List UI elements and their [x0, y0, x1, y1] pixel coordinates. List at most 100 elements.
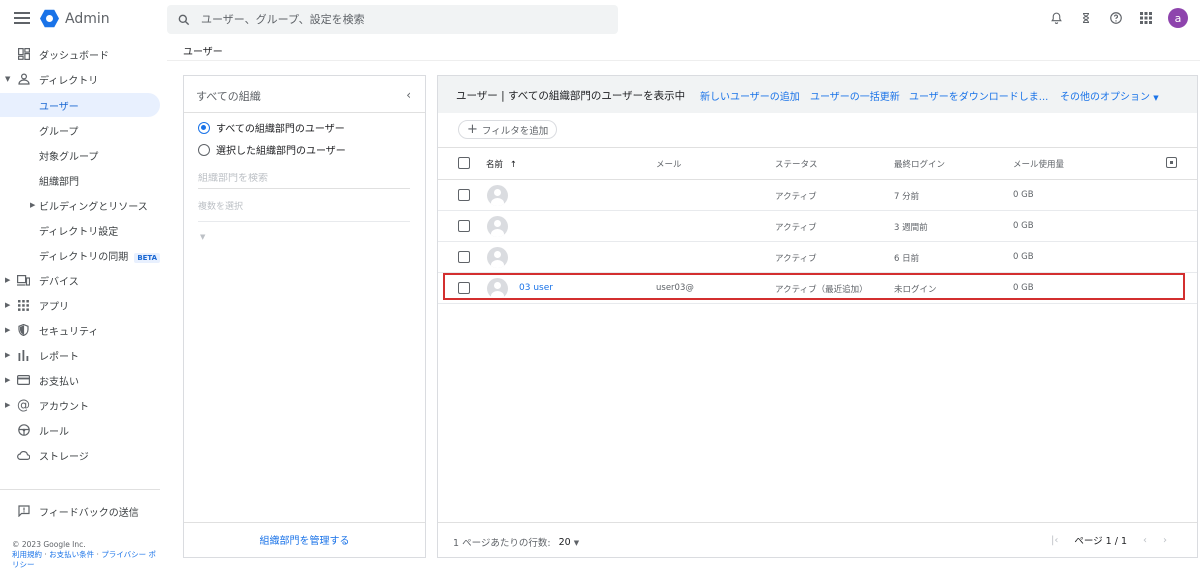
select-all-checkbox[interactable] [458, 157, 470, 169]
user-avatar-icon [487, 278, 508, 299]
admin-logo[interactable]: Admin [40, 9, 110, 28]
org-panel-divider [184, 112, 425, 113]
billing-terms-link[interactable]: お支払い条件 [49, 550, 94, 559]
add-user-button[interactable]: 新しいユーザーの追加 [700, 88, 800, 103]
rows-per-page-select[interactable]: 20 ▼ [559, 537, 580, 548]
hamburger-menu-icon[interactable] [14, 12, 30, 26]
radio-all-org-units[interactable]: すべての組織部門のユーザー [198, 120, 345, 135]
column-header-storage[interactable]: メール使用量 [1013, 158, 1064, 170]
sidebar-item-devices[interactable]: ▶ デバイス [0, 268, 160, 292]
user-avatar-icon [487, 185, 508, 206]
add-filter-button[interactable]: + フィルタを追加 [458, 120, 558, 139]
collapse-chevron-left-icon[interactable]: ‹ [406, 88, 411, 102]
radio-unchecked-icon [198, 143, 210, 156]
sidebar-item-account[interactable]: ▶ @ アカウント [0, 393, 160, 417]
terms-link[interactable]: 利用規約 [12, 550, 42, 559]
caret-right-icon: ▶ [5, 326, 11, 334]
table-row[interactable]: 03 user user03@ アクティブ（最近追加） 未ログイン 0 GB [438, 273, 1197, 304]
search-icon [178, 14, 190, 25]
sidebar-item-users[interactable]: ユーザー [0, 93, 160, 117]
org-panel-bottom-divider [184, 522, 425, 523]
search-bar[interactable] [167, 5, 618, 34]
sidebar-feedback[interactable]: フィードバックの送信 [0, 499, 160, 523]
table-row[interactable]: アクティブ 6 日前 0 GB [438, 242, 1197, 273]
sidebar-item-org-units[interactable]: 組織部門 [0, 168, 160, 192]
manage-org-units-button[interactable]: 組織部門を管理する [184, 532, 425, 547]
account-avatar[interactable]: a [1168, 8, 1188, 28]
radio-selected-org-units[interactable]: 選択した組織部門のユーザー [198, 142, 346, 157]
at-sign-icon: @ [17, 397, 30, 413]
table-row[interactable]: アクティブ 3 週間前 0 GB [438, 211, 1197, 242]
download-users-button[interactable]: ユーザーをダウンロードしま... [909, 88, 1048, 103]
org-panel-title: すべての組織 [196, 90, 261, 103]
notifications-bell-icon[interactable] [1048, 10, 1064, 26]
sidebar-item-billing[interactable]: ▶ お支払い [0, 368, 160, 392]
column-header-status[interactable]: ステータス [775, 158, 818, 170]
row-checkbox[interactable] [458, 282, 470, 294]
sidebar-item-reports[interactable]: ▶ レポート [0, 343, 160, 367]
sidebar-item-storage[interactable]: ストレージ [0, 443, 160, 467]
row-checkbox[interactable] [458, 251, 470, 263]
admin-hexagon-icon [40, 9, 59, 28]
next-page-icon[interactable]: › [1163, 535, 1167, 546]
credit-card-icon [17, 374, 30, 387]
sidebar: ダッシュボード ▼ ディレクトリ ユーザー グループ 対象グループ 組織部門 ▶… [0, 42, 162, 577]
user-status: アクティブ [775, 254, 817, 264]
org-unit-search-input[interactable] [198, 173, 410, 189]
header-divider [167, 60, 1200, 61]
user-last-login: 6 日前 [894, 254, 920, 264]
help-icon[interactable] [1108, 10, 1124, 26]
sidebar-item-directory-sync[interactable]: ディレクトリの同期 BETA [0, 243, 161, 267]
user-name[interactable]: 03 user [519, 283, 553, 293]
sidebar-item-target-groups[interactable]: 対象グループ [0, 143, 160, 167]
column-header-last-login[interactable]: 最終ログイン [894, 158, 945, 170]
users-panel-header: ユーザー | すべての組織部門のユーザーを表示中 新しいユーザーの追加 ユーザー… [438, 76, 1197, 113]
user-avatar-icon [487, 216, 508, 237]
apps-launcher-icon[interactable] [1138, 10, 1154, 26]
sidebar-divider [0, 489, 160, 490]
caret-down-icon: ▼ [5, 75, 11, 83]
sidebar-item-directory[interactable]: ▼ ディレクトリ [0, 67, 160, 91]
user-storage: 0 GB [1013, 283, 1034, 293]
column-settings-icon[interactable] [1166, 157, 1177, 168]
sidebar-item-groups[interactable]: グループ [0, 118, 160, 142]
caret-right-icon: ▶ [30, 201, 36, 209]
dashboard-icon [17, 48, 30, 61]
sidebar-item-apps[interactable]: ▶ アプリ [0, 293, 160, 317]
user-status: アクティブ [775, 192, 817, 202]
radio-checked-icon [198, 121, 210, 134]
user-last-login: 7 分前 [894, 192, 920, 202]
caret-down-icon[interactable]: ▼ [200, 233, 205, 241]
caret-right-icon: ▶ [5, 301, 11, 309]
table-row[interactable]: アクティブ 7 分前 0 GB [438, 180, 1197, 211]
app-name: Admin [65, 10, 110, 27]
column-header-email[interactable]: メール [656, 158, 682, 170]
user-status: アクティブ（最近追加） [775, 285, 868, 295]
row-checkbox[interactable] [458, 189, 470, 201]
page-indicator: ページ 1 / 1 [1074, 536, 1127, 547]
column-header-name[interactable]: 名前 ↑ [486, 158, 517, 170]
more-options-button[interactable]: その他のオプション ▼ [1060, 88, 1159, 103]
user-storage: 0 GB [1013, 252, 1034, 262]
previous-page-icon[interactable]: ‹ [1143, 535, 1147, 546]
bar-chart-icon [17, 349, 30, 362]
copyright: © 2023 Google Inc. [12, 540, 86, 549]
org-search-divider [198, 221, 410, 222]
multi-select-link[interactable]: 複数を選択 [198, 199, 243, 212]
feedback-icon [17, 505, 30, 518]
sidebar-item-dashboard[interactable]: ダッシュボード [0, 42, 160, 66]
row-checkbox[interactable] [458, 220, 470, 232]
sidebar-item-buildings-resources[interactable]: ▶ ビルディングとリソース [0, 193, 160, 217]
sidebar-item-directory-settings[interactable]: ディレクトリ設定 [0, 218, 160, 242]
table-top-divider [438, 147, 1197, 148]
search-input[interactable] [201, 13, 581, 26]
caret-down-icon: ▼ [1153, 94, 1159, 102]
first-page-icon[interactable]: |‹ [1051, 535, 1058, 546]
hourglass-tasks-icon[interactable] [1078, 10, 1094, 26]
caret-right-icon: ▶ [5, 351, 11, 359]
user-storage: 0 GB [1013, 190, 1034, 200]
bulk-update-users-button[interactable]: ユーザーの一括更新 [810, 88, 900, 103]
beta-badge: BETA [134, 252, 161, 263]
sidebar-item-rules[interactable]: ルール [0, 418, 160, 442]
sidebar-item-security[interactable]: ▶ セキュリティ [0, 318, 160, 342]
